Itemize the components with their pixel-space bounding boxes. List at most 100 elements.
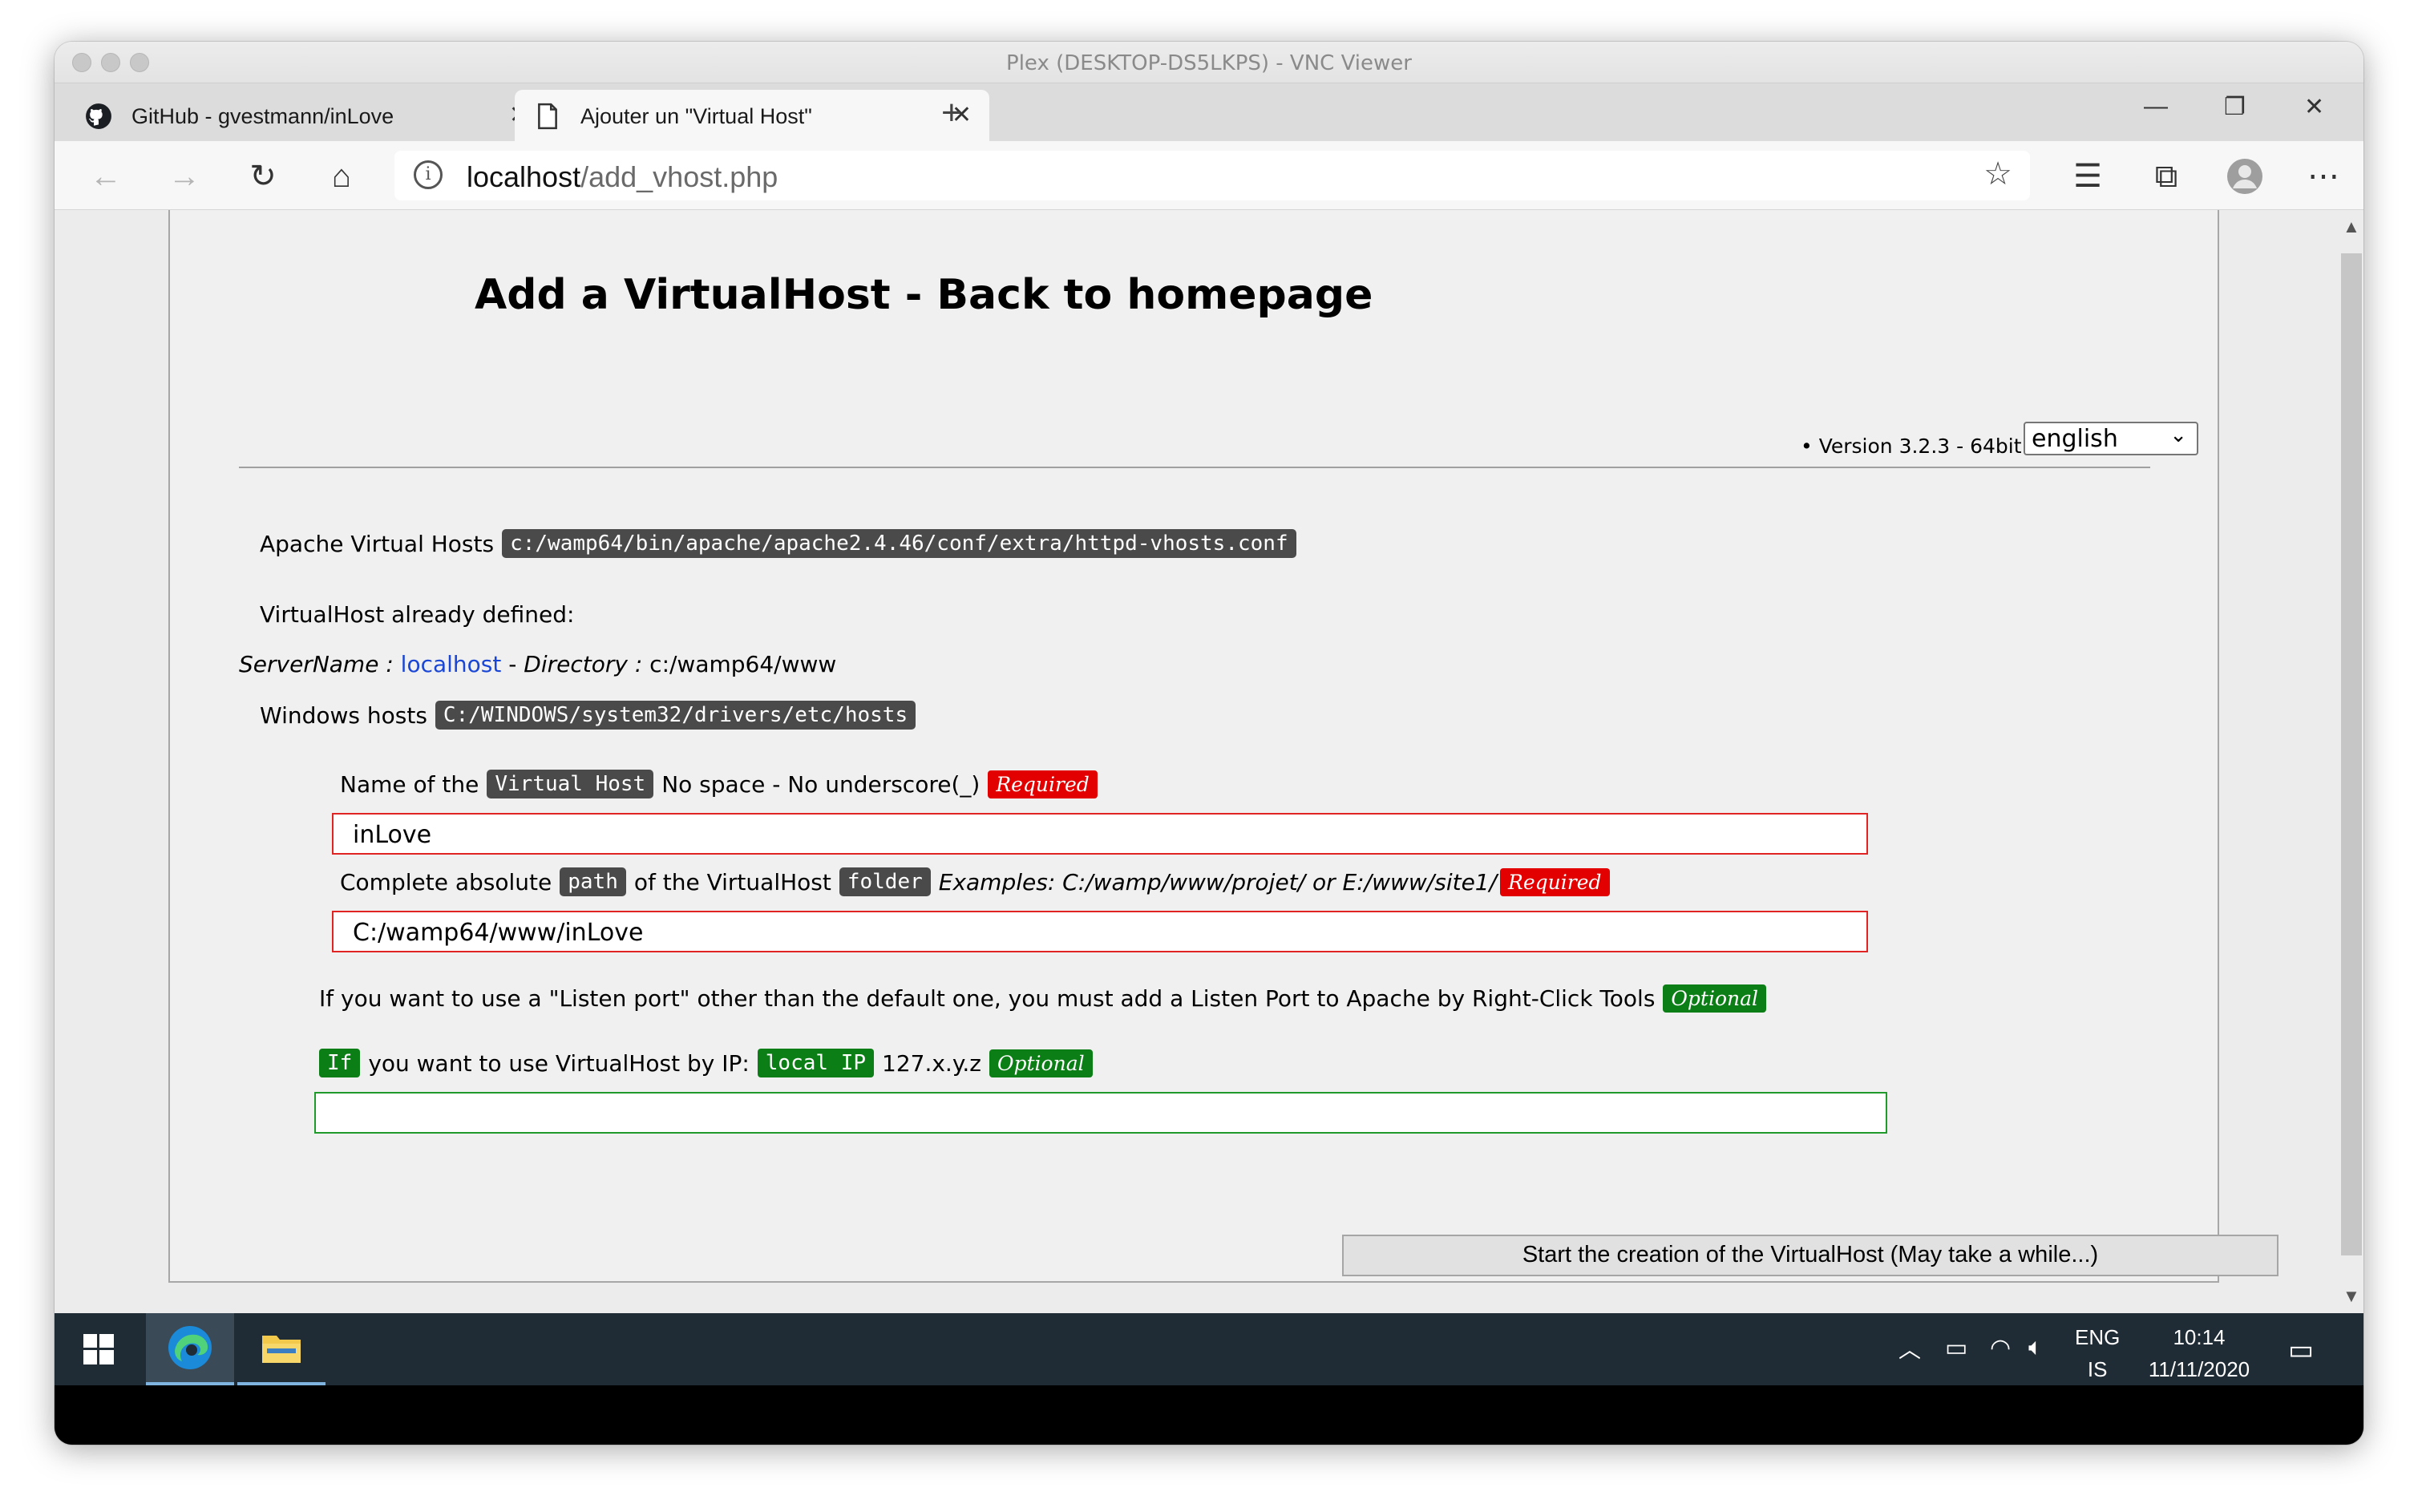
github-icon — [86, 103, 111, 129]
taskbar-explorer-app[interactable] — [237, 1313, 326, 1385]
path-examples: Examples: C:/wamp/www/projet/ or E:/www/… — [938, 868, 1498, 895]
input-language[interactable]: ENG IS — [2075, 1321, 2120, 1385]
desktop-bottom-band — [55, 1385, 2363, 1445]
vhost-ip-label-line: If you want to use VirtualHost by IP: lo… — [319, 1049, 1093, 1077]
listen-port-line: If you want to use a "Listen port" other… — [319, 984, 1767, 1013]
document-icon — [538, 103, 557, 130]
close-icon[interactable]: ✕ — [2304, 93, 2324, 121]
language-select[interactable]: english ⌄ — [2024, 422, 2198, 455]
windows-taskbar: ︿ ▭ ◠ 🔈︎ ENG IS 10:14 11/11/2020 ▭ — [55, 1313, 2363, 1385]
lang-line1: ENG — [2075, 1325, 2121, 1349]
favorite-star-icon[interactable]: ☆ — [1983, 156, 2012, 192]
listen-text: If you want to use a "Listen port" other… — [319, 985, 1656, 1012]
windows-logo-icon — [83, 1334, 114, 1364]
tab-label: GitHub - gvestmann/inLove — [131, 104, 394, 128]
new-tab-plus-icon[interactable]: + — [941, 93, 962, 133]
tab-github[interactable]: GitHub - gvestmann/inLove ✕ — [66, 90, 547, 141]
apache-vhosts-line: Apache Virtual Hosts c:/wamp64/bin/apach… — [260, 529, 1296, 558]
info-icon[interactable]: i — [414, 160, 443, 189]
home-icon[interactable]: ⌂ — [321, 156, 362, 197]
version-text: Version 3.2.3 - 64bit — [1818, 435, 2022, 458]
scroll-thumb[interactable] — [2341, 253, 2362, 1255]
name-note: No space - No underscore(_) — [661, 770, 981, 798]
folder-code: folder — [839, 867, 931, 896]
create-vhost-button[interactable]: Start the creation of the VirtualHost (M… — [1342, 1235, 2278, 1276]
restore-icon[interactable]: ❐ — [2224, 93, 2246, 121]
start-button[interactable] — [55, 1313, 143, 1385]
scroll-up-icon[interactable]: ▲ — [2343, 216, 2360, 237]
remote-desktop: GitHub - gvestmann/inLove ✕ Ajouter un "… — [55, 83, 2363, 1445]
collections-icon[interactable]: ⧉ — [2145, 156, 2187, 197]
path-code: path — [560, 867, 626, 896]
back-arrow-icon[interactable]: ← — [85, 156, 127, 197]
lang-line2: IS — [2087, 1357, 2108, 1381]
servername-label: ServerName : — [239, 651, 394, 677]
hosts-label: Windows hosts — [260, 701, 427, 729]
clock[interactable]: 10:14 11/11/2020 — [2139, 1321, 2259, 1385]
url-text[interactable]: localhost/add_vhost.php — [467, 160, 778, 194]
vhost-ip-input[interactable] — [314, 1092, 1887, 1134]
address-bar[interactable]: i localhost/add_vhost.php ☆ — [394, 151, 2030, 200]
edge-browser-icon — [168, 1326, 212, 1369]
mac-titlebar: Plex (DESKTOP-DS5LKPS) - VNC Viewer — [55, 42, 2363, 83]
defined-label: VirtualHost already defined: — [260, 601, 575, 628]
page-content: Add a VirtualHost - Back to homepage • V… — [168, 210, 2278, 1283]
virtual-host-code: Virtual Host — [487, 770, 654, 798]
ip-range: 127.x.y.z — [882, 1049, 982, 1077]
tab-add-vhost[interactable]: Ajouter un "Virtual Host" ✕ — [515, 90, 989, 141]
battery-icon[interactable]: ▭ — [1945, 1334, 1967, 1362]
language-selected-value: english — [2032, 425, 2118, 453]
notification-center-icon[interactable]: ▭ — [2288, 1334, 2314, 1366]
vhost-path-label-line: Complete absolute path of the VirtualHos… — [340, 867, 1610, 896]
taskbar-edge-app[interactable] — [146, 1313, 234, 1385]
favorites-list-icon[interactable]: ☰ — [2067, 156, 2109, 197]
path-label-mid: of the VirtualHost — [633, 868, 831, 895]
directory-value: c:/wamp64/www — [649, 651, 837, 677]
tab-label: Ajouter un "Virtual Host" — [580, 104, 812, 128]
chevron-down-icon: ⌄ — [2169, 423, 2187, 447]
more-options-icon[interactable]: ⋯ — [2303, 156, 2344, 197]
servername-link[interactable]: localhost — [401, 651, 502, 677]
page-viewport: Add a VirtualHost - Back to homepage • V… — [55, 210, 2363, 1313]
url-host: localhost — [467, 160, 581, 193]
forward-arrow-icon[interactable]: → — [164, 156, 205, 197]
profile-avatar-icon[interactable] — [2224, 156, 2266, 197]
vertical-scrollbar[interactable]: ▲ ▼ — [2336, 210, 2363, 1313]
required-badge: Required — [1500, 867, 1610, 896]
name-label: Name of the — [340, 770, 479, 798]
folder-icon — [262, 1336, 301, 1363]
optional-badge: Optional — [989, 1049, 1093, 1077]
chevron-up-icon[interactable]: ︿ — [1898, 1332, 1921, 1364]
browser-toolbar: ← → ↻ ⌂ i localhost/add_vhost.php ☆ ☰ ⧉ … — [55, 141, 2363, 210]
vnc-viewer-window: Plex (DESKTOP-DS5LKPS) - VNC Viewer GitH… — [55, 42, 2363, 1445]
if-code: If — [319, 1049, 361, 1077]
minimize-icon[interactable]: — — [2144, 93, 2168, 120]
servername-line: ServerName : localhost - Directory : c:/… — [239, 651, 836, 677]
vhost-name-label-line: Name of the Virtual Host No space - No u… — [340, 770, 1098, 798]
local-ip-code: local IP — [757, 1049, 875, 1077]
window-title: Plex (DESKTOP-DS5LKPS) - VNC Viewer — [1006, 51, 1412, 75]
path-label-pre: Complete absolute — [340, 868, 552, 895]
optional-badge: Optional — [1663, 984, 1767, 1013]
apache-path-code: c:/wamp64/bin/apache/apache2.4.46/conf/e… — [502, 529, 1296, 558]
refresh-icon[interactable]: ↻ — [242, 156, 284, 197]
volume-icon[interactable]: 🔈︎ — [2028, 1334, 2043, 1361]
required-badge: Required — [988, 770, 1098, 798]
scroll-down-icon[interactable]: ▼ — [2343, 1286, 2360, 1307]
vhost-path-input[interactable]: C:/wamp64/www/inLove — [332, 911, 1868, 952]
vhost-name-input[interactable]: inLove — [332, 813, 1868, 855]
hosts-path-code: C:/WINDOWS/system32/drivers/etc/hosts — [435, 701, 916, 730]
directory-label: Directory : — [524, 651, 643, 677]
version-info: • Version 3.2.3 - 64bit — [1801, 435, 2022, 458]
separator: - — [501, 651, 524, 677]
clock-time: 10:14 — [2173, 1325, 2226, 1349]
wifi-icon[interactable]: ◠ — [1990, 1334, 2011, 1362]
ip-text: you want to use VirtualHost by IP: — [368, 1049, 750, 1077]
divider — [239, 467, 2150, 468]
browser-tab-strip: GitHub - gvestmann/inLove ✕ Ajouter un "… — [55, 83, 2363, 141]
url-path: /add_vhost.php — [580, 160, 778, 193]
apache-label: Apache Virtual Hosts — [260, 530, 495, 557]
page-title[interactable]: Add a VirtualHost - Back to homepage — [475, 271, 1373, 319]
windows-hosts-line: Windows hosts C:/WINDOWS/system32/driver… — [260, 701, 916, 730]
clock-date: 11/11/2020 — [2148, 1357, 2250, 1381]
